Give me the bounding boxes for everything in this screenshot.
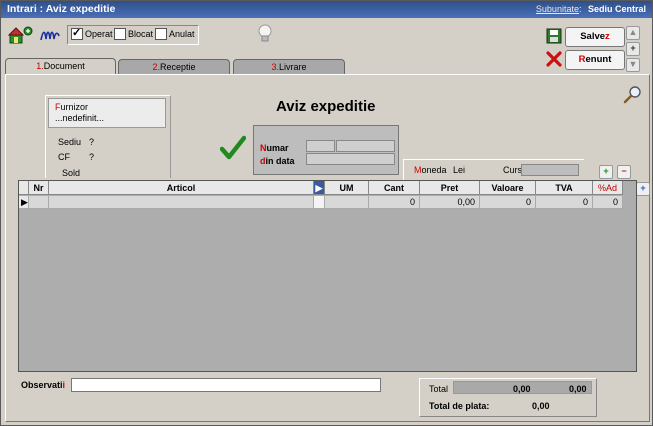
- subunit-label: Subunitate: [535, 4, 579, 14]
- nav-down-button[interactable]: ▼: [626, 58, 640, 72]
- currency-hotkey: M: [414, 165, 422, 175]
- cell-um[interactable]: [325, 196, 369, 209]
- rate-field[interactable]: [521, 164, 579, 176]
- supplier-value: ...nedefinit...: [55, 113, 105, 123]
- col-header-articol[interactable]: Articol: [49, 181, 314, 195]
- title-bar: Intrari : Aviz expeditie Subunitate: Sed…: [1, 1, 652, 18]
- tab-receptie[interactable]: 2.Receptie: [118, 59, 230, 74]
- observations-label: Observatii: [21, 380, 65, 390]
- subunit-indicator[interactable]: Subunitate: Sediu Central: [536, 4, 646, 14]
- cell-valoare[interactable]: 0: [480, 196, 536, 209]
- supplier-button[interactable]: Furnizor ...nedefinit...: [48, 98, 166, 128]
- blocat-label: Blocat: [128, 29, 154, 39]
- cell-articol[interactable]: [49, 196, 314, 209]
- column-menu-button[interactable]: ▶: [314, 181, 325, 195]
- lightbulb-icon[interactable]: [257, 23, 273, 45]
- total-payment-label: Total de plata:: [429, 401, 490, 411]
- rate-label: Curs: [503, 165, 523, 175]
- currency-value[interactable]: Lei: [453, 165, 465, 175]
- observations-hotkey: i: [62, 380, 66, 390]
- cell-nr[interactable]: [29, 196, 49, 209]
- operat-label: Operat: [85, 29, 113, 39]
- total-label: Total: [429, 384, 449, 394]
- currency-label: Moneda: [414, 165, 447, 175]
- total-payment-value: 0,00: [532, 401, 550, 411]
- row-selector-header: [19, 181, 29, 195]
- tab-livrare-label: Livrare: [279, 62, 307, 72]
- tab-receptie-label: Receptie: [159, 62, 196, 72]
- tab-livrare-num: 3.: [271, 62, 279, 72]
- document-title: Aviz expeditie: [276, 98, 376, 115]
- anulat-label: Anulat: [169, 29, 195, 39]
- close-icon: [546, 51, 562, 67]
- number-field[interactable]: [336, 140, 395, 152]
- col-header-um[interactable]: UM: [325, 181, 369, 195]
- nav-up-button[interactable]: ▲: [626, 26, 640, 40]
- save-icon: [546, 28, 562, 44]
- add-document-button[interactable]: +: [626, 42, 640, 56]
- tab-document-label: Document: [43, 61, 85, 71]
- save-hotkey: z: [605, 31, 610, 42]
- total-value: 0,00: [513, 384, 531, 394]
- numar-label: Numar: [260, 143, 289, 153]
- col-header-pret[interactable]: Pret: [420, 181, 480, 195]
- add-column-button[interactable]: +: [636, 182, 650, 196]
- currency-label-text: oneda: [421, 165, 447, 175]
- cf-label: CF: [58, 152, 70, 162]
- tab-document-num: 1.: [36, 61, 44, 71]
- anulat-box[interactable]: [155, 28, 167, 40]
- row-pointer-icon[interactable]: ▶: [19, 196, 29, 209]
- signature-icon[interactable]: [39, 26, 61, 44]
- delete-row-button[interactable]: −: [617, 165, 631, 179]
- col-header-valoare[interactable]: Valoare: [480, 181, 536, 195]
- col-header-cant[interactable]: Cant: [369, 181, 420, 195]
- add-supplier-icon[interactable]: [7, 25, 34, 45]
- col-header-ad[interactable]: %Ad: [593, 181, 623, 195]
- operat-checkbox[interactable]: Operat: [71, 26, 113, 41]
- supplier-label: Furnizor: [55, 102, 165, 113]
- checkmark-icon: [219, 135, 247, 161]
- cell-menu[interactable]: [314, 196, 325, 209]
- total-tva-value: 0,00: [569, 384, 587, 394]
- blocat-box[interactable]: [114, 28, 126, 40]
- observations-input[interactable]: [71, 378, 381, 392]
- search-icon[interactable]: [623, 85, 643, 105]
- numar-label-text: umar: [266, 143, 289, 153]
- window-title: Intrari : Aviz expeditie: [7, 3, 116, 15]
- tab-livrare[interactable]: 3.Livrare: [233, 59, 345, 74]
- cf-value: ?: [89, 152, 95, 162]
- articles-grid[interactable]: Nr Articol ▶ UM Cant Pret Valoare TVA %A…: [18, 180, 637, 372]
- cancel-label: enunt: [585, 54, 612, 65]
- cancel-button[interactable]: Renunt: [565, 50, 625, 70]
- add-row-button[interactable]: +: [599, 165, 613, 179]
- cell-cant[interactable]: 0: [369, 196, 420, 209]
- sold-label: Sold: [62, 168, 81, 178]
- sediu-value: ?: [89, 137, 95, 147]
- col-header-nr[interactable]: Nr: [29, 181, 49, 195]
- blocat-checkbox[interactable]: Blocat: [114, 27, 153, 41]
- cell-ad[interactable]: 0: [593, 196, 623, 209]
- tab-receptie-num: 2.: [152, 62, 160, 72]
- save-label: Salve: [580, 31, 606, 42]
- cell-tva[interactable]: 0: [536, 196, 593, 209]
- observations-label-text: Observati: [21, 380, 63, 390]
- date-field[interactable]: [306, 153, 395, 165]
- cell-pret[interactable]: 0,00: [420, 196, 480, 209]
- date-label: din data: [260, 156, 295, 166]
- date-label-text: in data: [265, 156, 295, 166]
- number-series-field[interactable]: [306, 140, 335, 152]
- save-button[interactable]: Salvez: [565, 27, 625, 47]
- operat-box[interactable]: [71, 26, 83, 40]
- anulat-checkbox[interactable]: Anulat: [155, 27, 195, 41]
- window: Intrari : Aviz expeditie Subunitate: Sed…: [0, 0, 653, 426]
- subunit-value: Sediu Central: [587, 4, 646, 14]
- cancel-hotkey: R: [578, 54, 586, 65]
- supplier-label-text: urnizor: [60, 102, 89, 112]
- col-header-tva[interactable]: TVA: [536, 181, 593, 195]
- sediu-label: Sediu: [58, 137, 82, 147]
